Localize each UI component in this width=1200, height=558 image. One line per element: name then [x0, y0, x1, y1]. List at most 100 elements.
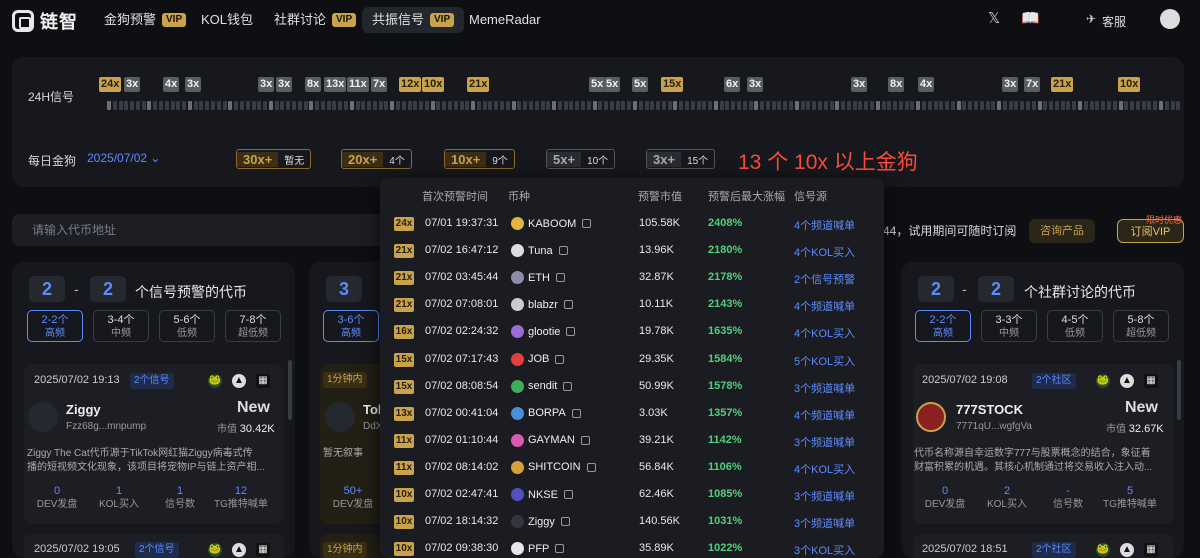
tab-freq-mid[interactable]: 3-3个 中频 [981, 310, 1037, 342]
tab-freq-ultralow[interactable]: 5-8个 超低频 [1113, 310, 1169, 342]
signal-badge[interactable]: 3x [185, 77, 202, 92]
popup-row[interactable]: 13x 07/02 00:41:04 BORPA 3.03K 1357% 4个频道喊单 [380, 402, 884, 429]
copy-icon[interactable] [563, 300, 573, 310]
popup-row[interactable]: 21x 07/02 03:45:44 ETH 32.87K 2178% 2个信号预警 [380, 266, 884, 293]
tab-freq-low[interactable]: 4-5个 低频 [1047, 310, 1103, 342]
x-icon[interactable]: 𝕏 [988, 11, 1000, 27]
signal-badge[interactable]: 3x [1002, 77, 1019, 92]
tab-freq-high[interactable]: 2-2个 高频 [27, 310, 83, 342]
signal-badge[interactable]: 6x [724, 77, 741, 92]
nav-kol-wallet[interactable]: KOL钱包 [191, 7, 263, 33]
coin[interactable]: Tuna [511, 244, 568, 258]
community-tag[interactable]: 2个社区 [1032, 373, 1076, 389]
copy-icon[interactable] [563, 490, 573, 499]
copy-icon[interactable] [571, 408, 581, 418]
coin[interactable]: ETH [511, 271, 565, 285]
signal-tag[interactable]: 2个信号 [135, 542, 179, 558]
coin[interactable]: blabzr [511, 298, 573, 312]
popup-row[interactable]: 21x 07/02 07:08:01 blabzr 10.11K 2143% 4个频道喊单 [380, 293, 884, 320]
signal-badge[interactable]: 5x [604, 77, 621, 92]
signal-badge[interactable]: 21x [1051, 77, 1074, 92]
signal-badge[interactable]: 4x [918, 77, 935, 92]
consult-button[interactable]: 咨询产品 [1029, 219, 1095, 243]
copy-icon[interactable] [566, 327, 576, 337]
tab-freq-high[interactable]: 3-6个 高频 [323, 310, 379, 342]
nav-jingou[interactable]: 金狗预警 VIP [94, 7, 196, 33]
tier-10x[interactable]: 10x+ 9个 [444, 149, 515, 169]
coin[interactable]: JOB [511, 352, 565, 366]
nav-community[interactable]: 社群讨论 VIP [264, 7, 366, 33]
signal-badge[interactable]: 11x [347, 77, 369, 92]
signal-badge[interactable]: 4x [163, 77, 180, 92]
date-picker[interactable]: 2025/07/02 ⌄ [87, 151, 160, 165]
signal-badge[interactable]: 7x [1024, 77, 1041, 92]
signal-source[interactable]: 4个频道喊单 [794, 407, 855, 423]
signal-badge[interactable]: 21x [467, 77, 490, 92]
tab-freq-mid[interactable]: 3-4个 中频 [93, 310, 149, 342]
range-min[interactable]: 3 [326, 276, 362, 302]
signal-badge[interactable]: 10x [422, 77, 445, 92]
search-input[interactable]: 请输入代币地址 [12, 214, 412, 246]
signal-badge[interactable]: 8x [888, 77, 905, 92]
signal-badge[interactable]: 3x [747, 77, 764, 92]
signal-source[interactable]: 2个信号预警 [794, 271, 855, 287]
coin[interactable]: NKSE [511, 488, 573, 501]
coin[interactable]: SHITCOIN [511, 460, 596, 474]
signal-source[interactable]: 4个KOL买入 [794, 244, 855, 260]
signal-badge[interactable]: 3x [124, 77, 141, 92]
popup-row[interactable]: 15x 07/02 08:08:54 sendit 50.99K 1578% 3个频道喊单 [380, 375, 884, 402]
popup-row[interactable]: 15x 07/02 07:17:43 JOB 29.35K 1584% 5个KOL买入 [380, 348, 884, 375]
signal-source[interactable]: 3个频道喊单 [794, 434, 855, 450]
logo[interactable]: 链智 [12, 8, 78, 34]
copy-icon[interactable] [586, 462, 596, 472]
signal-badge[interactable]: 3x [851, 77, 868, 92]
nav-memeradar[interactable]: MemeRadar [459, 7, 551, 33]
book-icon[interactable]: 📖 [1021, 11, 1040, 27]
coin[interactable]: KABOOM [511, 217, 592, 230]
signal-badge[interactable]: 5x [632, 77, 649, 92]
tab-freq-high[interactable]: 2-2个 高频 [915, 310, 971, 342]
tier-30x[interactable]: 30x+ 暂无 [236, 149, 312, 169]
signal-source[interactable]: 3个KOL买入 [794, 542, 855, 558]
popup-row[interactable]: 11x 07/02 08:14:02 SHITCOIN 56.84K 1106% 4个KO… [380, 456, 884, 483]
signal-source[interactable]: 4个频道喊单 [794, 217, 855, 233]
nav-resonance[interactable]: 共振信号 VIP [362, 7, 465, 33]
signal-badge[interactable]: 3x [276, 77, 293, 92]
signal-source[interactable]: 3个频道喊单 [794, 488, 855, 504]
copy-icon[interactable] [580, 435, 590, 445]
range-min[interactable]: 2 [918, 276, 954, 302]
coin[interactable]: glootie [511, 325, 576, 339]
copy-icon[interactable] [582, 219, 592, 228]
signal-tag[interactable]: 2个信号 [130, 373, 174, 389]
signal-source[interactable]: 4个KOL买入 [794, 325, 855, 341]
signal-source[interactable]: 5个KOL买入 [794, 353, 855, 369]
support-link[interactable]: 客服 [1102, 13, 1126, 30]
popup-row[interactable]: 10x 07/02 18:14:32 Ziggy 140.56K 1031% 3个频道喊单 [380, 510, 884, 537]
coin[interactable]: PFP [511, 542, 565, 556]
copy-icon[interactable] [555, 354, 565, 364]
popup-row[interactable]: 24x 07/01 19:37:31 KABOOM 105.58K 2408% 4个频道喊… [380, 212, 884, 239]
coin[interactable]: GAYMAN [511, 433, 590, 447]
signal-badge[interactable]: 10x [1118, 77, 1141, 92]
signal-badge[interactable]: 8x [305, 77, 322, 92]
tab-freq-low[interactable]: 5-6个 低频 [159, 310, 215, 342]
community-tag[interactable]: 2个社区 [1032, 542, 1076, 558]
popup-row[interactable]: 21x 07/02 16:47:12 Tuna 13.96K 2180% 4个KOL买入 [380, 239, 884, 266]
signal-badge[interactable]: 12x [399, 77, 422, 92]
tab-freq-ultralow[interactable]: 7-8个 超低频 [225, 310, 281, 342]
range-max[interactable]: 2 [90, 276, 126, 302]
range-max[interactable]: 2 [978, 276, 1014, 302]
popup-row[interactable]: 11x 07/02 01:10:44 GAYMAN 39.21K 1142% 3个频道喊单 [380, 429, 884, 456]
copy-icon[interactable] [558, 246, 568, 256]
signal-badge[interactable]: 3x [258, 77, 275, 92]
copy-icon[interactable] [560, 517, 570, 527]
user-avatar-icon[interactable] [1160, 9, 1180, 29]
scrollbar[interactable] [288, 360, 292, 420]
signal-source[interactable]: 4个频道喊单 [794, 298, 855, 314]
copy-icon[interactable] [555, 544, 565, 554]
signal-badge[interactable]: 7x [371, 77, 388, 92]
tier-3x[interactable]: 3x+ 15个 [646, 149, 716, 169]
coin[interactable]: sendit [511, 379, 573, 393]
scrollbar[interactable] [1177, 360, 1181, 420]
range-min[interactable]: 2 [29, 276, 65, 302]
